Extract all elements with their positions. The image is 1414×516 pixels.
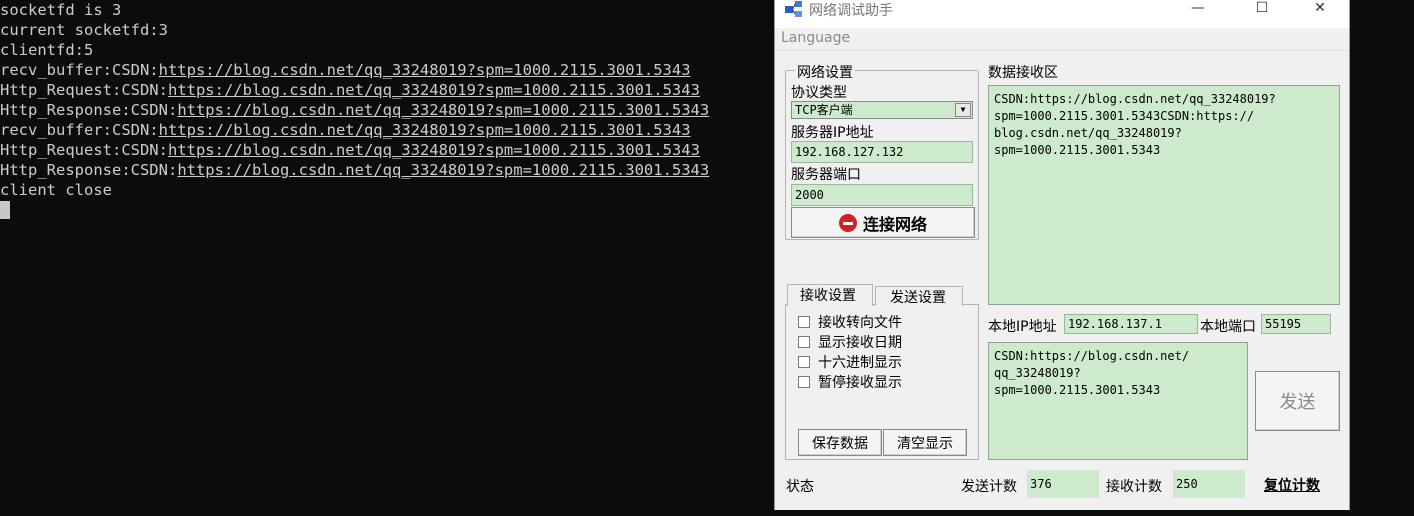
save-data-button[interactable]: 保存数据: [798, 429, 882, 456]
net-assistant-window: 网络调试助手 — ☐ ✕ Language 网络设置 协议类型 TCP客户端 ▼…: [774, 0, 1350, 510]
terminal-link[interactable]: https://blog.csdn.net/qq_33248019?spm=10…: [168, 141, 700, 159]
receive-area-label: 数据接收区: [988, 65, 1058, 81]
terminal-link[interactable]: https://blog.csdn.net/qq_33248019?spm=10…: [177, 101, 709, 119]
send-button[interactable]: 发送: [1255, 371, 1340, 431]
menu-bar: Language: [775, 28, 1349, 51]
close-button[interactable]: ✕: [1297, 0, 1343, 18]
title-bar[interactable]: 网络调试助手 — ☐ ✕: [775, 0, 1349, 28]
minimize-button[interactable]: —: [1175, 0, 1221, 18]
checkbox-label: 十六进制显示: [818, 355, 902, 371]
terminal-line-text: current socketfd:3: [0, 21, 168, 39]
terminal-link[interactable]: https://blog.csdn.net/qq_33248019?spm=10…: [177, 161, 709, 179]
connect-button[interactable]: 连接网络: [791, 207, 975, 238]
server-ip-label: 服务器IP地址: [791, 125, 874, 141]
send-textarea[interactable]: CSDN:https://blog.csdn.net/ qq_33248019?…: [988, 342, 1248, 460]
protocol-select[interactable]: TCP客户端 ▼: [791, 101, 973, 119]
clear-display-button[interactable]: 清空显示: [883, 429, 967, 456]
terminal-output: socketfd is 3 current socketfd:3 clientf…: [0, 0, 774, 200]
recv-count-label: 接收计数: [1106, 479, 1162, 495]
tab-receive-settings[interactable]: 接收设置: [787, 284, 873, 306]
checkbox-box[interactable]: [798, 316, 810, 328]
reset-count-link[interactable]: 复位计数: [1264, 475, 1320, 495]
terminal-line: Http_Request:CSDN:https://blog.csdn.net/…: [0, 140, 774, 160]
terminal-line: Http_Response:CSDN:https://blog.csdn.net…: [0, 100, 774, 120]
checkbox-pause-display[interactable]: 暂停接收显示: [798, 372, 902, 391]
terminal-window[interactable]: socketfd is 3 current socketfd:3 clientf…: [0, 0, 774, 516]
terminal-line: clientfd:5: [0, 40, 774, 60]
terminal-line-text: recv_buffer:CSDN:: [0, 61, 159, 79]
window-title: 网络调试助手: [809, 3, 893, 19]
connect-button-label: 连接网络: [862, 214, 927, 234]
terminal-line: Http_Response:CSDN:https://blog.csdn.net…: [0, 160, 774, 180]
status-label: 状态: [786, 479, 814, 495]
terminal-line-text: recv_buffer:CSDN:: [0, 121, 159, 139]
terminal-cursor: [0, 201, 10, 219]
network-app-icon: [785, 1, 802, 17]
menu-language[interactable]: Language: [781, 30, 850, 46]
checkbox-label: 接收转向文件: [818, 315, 902, 331]
terminal-line-text: Http_Request:CSDN:: [0, 81, 168, 99]
protocol-label: 协议类型: [791, 85, 847, 101]
terminal-line-text: Http_Request:CSDN:: [0, 141, 168, 159]
local-ip-label: 本地IP地址: [988, 319, 1057, 335]
recv-count-field: 250: [1173, 470, 1245, 498]
server-ip-field[interactable]: 192.168.127.132: [791, 141, 973, 163]
terminal-line: socketfd is 3: [0, 0, 774, 20]
terminal-line-text: client close: [0, 181, 112, 199]
checkbox-label: 暂停接收显示: [818, 375, 902, 391]
checkbox-recv-to-file[interactable]: 接收转向文件: [798, 312, 902, 331]
checkbox-box[interactable]: [798, 376, 810, 388]
terminal-line-text: socketfd is 3: [0, 1, 122, 19]
receive-textarea[interactable]: CSDN:https://blog.csdn.net/qq_33248019? …: [988, 85, 1340, 305]
terminal-line: recv_buffer:CSDN:https://blog.csdn.net/q…: [0, 120, 774, 140]
terminal-line: current socketfd:3: [0, 20, 774, 40]
checkbox-box[interactable]: [798, 356, 810, 368]
stop-icon: [838, 213, 857, 232]
server-port-label: 服务器端口: [791, 167, 861, 183]
local-port-label: 本地端口: [1200, 319, 1256, 335]
local-port-field[interactable]: 55195: [1261, 314, 1331, 334]
send-count-label: 发送计数: [961, 479, 1017, 495]
terminal-link[interactable]: https://blog.csdn.net/qq_33248019?spm=10…: [159, 121, 691, 139]
terminal-line-text: Http_Response:CSDN:: [0, 101, 178, 119]
network-settings-title: 网络设置: [795, 62, 855, 82]
terminal-line: recv_buffer:CSDN:https://blog.csdn.net/q…: [0, 60, 774, 80]
terminal-line: Http_Request:CSDN:https://blog.csdn.net/…: [0, 80, 774, 100]
terminal-line-text: Http_Response:CSDN:: [0, 161, 178, 179]
maximize-button[interactable]: ☐: [1239, 0, 1285, 18]
checkbox-label: 显示接收日期: [818, 335, 902, 351]
local-ip-field[interactable]: 192.168.137.1: [1064, 314, 1198, 334]
checkbox-hex-display[interactable]: 十六进制显示: [798, 352, 902, 371]
chevron-down-icon[interactable]: ▼: [955, 103, 971, 117]
protocol-value: TCP客户端: [795, 103, 853, 117]
server-port-field[interactable]: 2000: [791, 184, 973, 206]
terminal-line: client close: [0, 180, 774, 200]
tab-send-settings[interactable]: 发送设置: [875, 286, 963, 306]
terminal-link[interactable]: https://blog.csdn.net/qq_33248019?spm=10…: [159, 61, 691, 79]
checkbox-show-date[interactable]: 显示接收日期: [798, 332, 902, 351]
checkbox-box[interactable]: [798, 336, 810, 348]
terminal-line-text: clientfd:5: [0, 41, 94, 59]
terminal-link[interactable]: https://blog.csdn.net/qq_33248019?spm=10…: [168, 81, 700, 99]
send-count-field: 376: [1027, 470, 1099, 498]
